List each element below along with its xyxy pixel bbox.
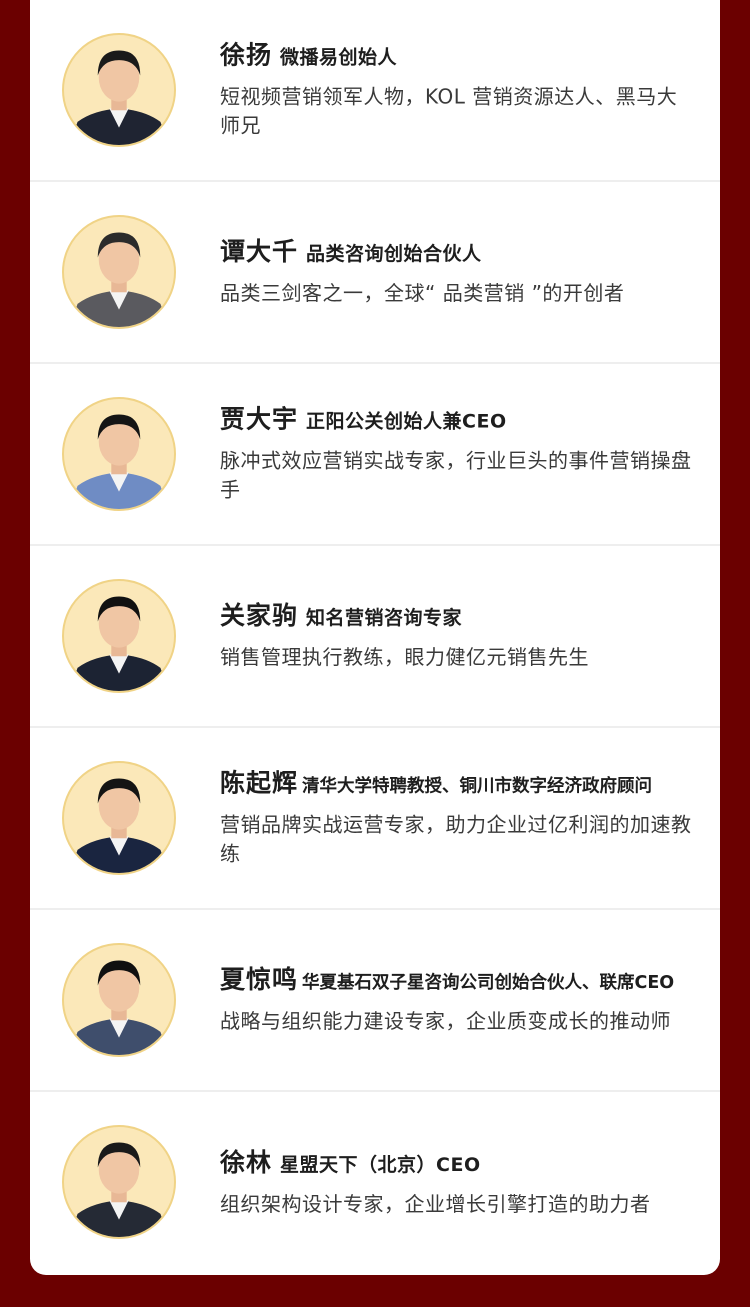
person-portrait-icon [69,50,169,145]
person-portrait-icon [69,232,169,327]
speaker-description: 营销品牌实战运营专家，助力企业过亿利润的加速教练 [220,812,692,866]
person-portrait-icon [69,596,169,691]
person-portrait-icon [69,960,169,1055]
speaker-title: 正阳公关创始人兼CEO [306,410,507,433]
speaker-avatar [62,397,176,511]
speaker-description: 短视频营销领军人物，KOL 营销资源达人、黑马大师兄 [220,84,678,138]
speaker-description: 战略与组织能力建设专家，企业质变成长的推动师 [220,1009,671,1033]
person-portrait-icon [69,414,169,509]
speaker-description: 品类三剑客之一，全球“ 品类营销 ”的开创者 [220,281,625,305]
speaker-name: 徐林 [220,1148,273,1177]
speaker-avatar [62,579,176,693]
person-portrait-icon [69,1142,169,1237]
speaker-name: 贾大宇 [220,404,299,434]
speaker-name: 关家驹 [220,601,299,630]
speaker-avatar [62,943,176,1057]
speaker-description: 脉冲式效应营销实战专家，行业巨头的事件营销操盘手 [220,448,692,502]
speaker-title: 星盟天下（北京）CEO [280,1154,481,1176]
speaker-name: 徐扬 [220,40,273,70]
speaker-list: 徐扬 微播易创始人 短视频营销领军人物，KOL 营销资源达人、黑马大师兄 谭大千品… [30,0,720,1275]
speaker-card: 贾大宇 正阳公关创始人兼CEO 脉冲式效应营销实战专家，行业巨头的事件营销操盘手 [30,364,720,546]
speaker-card: 陈起辉 清华大学特聘教授、铜川市数字经济政府顾问 营销品牌实战运营专家，助力企业过… [30,728,720,910]
speaker-description: 销售管理执行教练，眼力健亿元销售先生 [220,645,589,669]
person-portrait-icon [69,778,169,873]
speaker-title: 清华大学特聘教授、铜川市数字经济政府顾问 [302,776,653,797]
speaker-avatar [62,761,176,875]
speaker-card: 夏惊鸣 华夏基石双子星咨询公司创始合伙人、联席CEO 战略与组织能力建设专家，企业… [30,910,720,1092]
speaker-name: 陈起辉 [220,768,299,798]
speaker-title: 知名营销咨询专家 [306,607,463,629]
speaker-card: 谭大千 品类咨询创始合伙人 品类三剑客之一，全球“ 品类营销 ”的开创者 [30,182,720,364]
speaker-avatar [62,1125,176,1239]
speaker-title: 华夏基石双子星咨询公司创始合伙人、联席CEO [302,973,675,993]
speaker-avatar [62,215,176,329]
speaker-card: 徐林 星盟天下（北京）CEO 组织架构设计专家，企业增长引擎打造的助力者 [30,1092,720,1274]
speaker-name: 谭大千 [220,237,299,266]
speaker-card: 徐扬 微播易创始人 短视频营销领军人物，KOL 营销资源达人、黑马大师兄 [30,0,720,182]
speaker-description: 组织架构设计专家，企业增长引擎打造的助力者 [220,1192,651,1216]
speaker-avatar [62,33,176,147]
speaker-title: 微播易创始人 [280,46,398,69]
speaker-name: 夏惊鸣 [220,965,299,994]
speaker-card: 关家驹 知名营销咨询专家 销售管理执行教练，眼力健亿元销售先生 [30,546,720,728]
speaker-title: 品类咨询创始合伙人 [306,243,482,265]
